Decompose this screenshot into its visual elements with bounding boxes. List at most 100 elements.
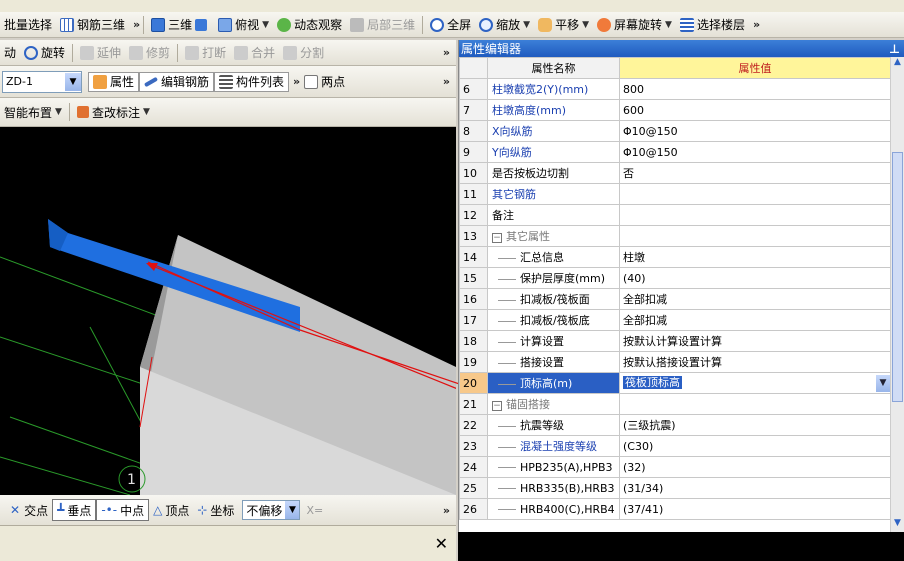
property-value[interactable] <box>619 183 891 205</box>
chevron-down-icon[interactable]: ▼ <box>582 20 589 30</box>
zoom-button[interactable]: 缩放 ▼ <box>475 15 534 35</box>
property-value[interactable]: Φ10@150 <box>619 141 891 163</box>
property-value[interactable]: 柱墩 <box>619 246 891 268</box>
property-row[interactable]: 16 扣减板/筏板面 全部扣减 <box>459 288 891 310</box>
perpendicular-snap[interactable]: ┻ 垂点 <box>52 499 97 521</box>
property-row[interactable]: 22 抗震等级 (三级抗震) <box>459 414 891 436</box>
rotate-button[interactable]: 旋转 <box>20 43 69 63</box>
edit-rebar-button[interactable]: 编辑钢筋 <box>139 71 215 92</box>
property-row[interactable]: 18 计算设置 按默认计算设置计算 <box>459 330 891 352</box>
intersection-snap[interactable]: ✕ 交点 <box>6 502 52 519</box>
dynamic-observe-button[interactable]: 动态观察 <box>273 15 346 35</box>
property-value[interactable]: 按默认搭接设置计算 <box>619 351 891 373</box>
pin-icon[interactable]: ⊥ <box>889 42 900 56</box>
more-icon[interactable]: » <box>293 75 300 88</box>
more-icon[interactable]: » <box>133 18 140 31</box>
property-row[interactable]: 9 Y向纵筋 Φ10@150 <box>459 141 891 163</box>
property-value[interactable]: 600 <box>619 99 891 121</box>
property-value[interactable] <box>619 204 891 226</box>
property-value[interactable] <box>619 393 891 415</box>
more-icon[interactable]: » <box>443 75 450 88</box>
close-icon[interactable]: ✕ <box>435 534 448 553</box>
property-value[interactable] <box>619 225 891 247</box>
top-view-button[interactable]: 俯视 ▼ <box>214 15 273 35</box>
select-floor-button[interactable]: 选择楼层 <box>676 15 749 35</box>
pan-button[interactable]: 平移 ▼ <box>534 15 593 35</box>
scroll-up-icon[interactable]: ▲ <box>891 57 904 71</box>
extend-button[interactable]: 延伸 <box>76 43 125 63</box>
property-value[interactable]: (三级抗震) <box>619 414 891 436</box>
hand-icon <box>538 17 553 32</box>
property-row[interactable]: 20 顶标高(m) 筏板顶标高 ▼ <box>459 372 891 394</box>
property-row[interactable]: 7 柱墩高度(mm) 600 <box>459 99 891 121</box>
property-row[interactable]: 21− 锚固搭接 <box>459 393 891 415</box>
rebar-3d-button[interactable]: 钢筋三维 <box>56 15 129 35</box>
local-3d-button[interactable]: 局部三维 <box>346 15 419 35</box>
property-value[interactable]: Φ10@150 <box>619 120 891 142</box>
property-value[interactable]: (31/34) <box>619 477 891 499</box>
batch-select-button[interactable]: 批量选择 <box>0 15 56 35</box>
property-value[interactable]: 否 <box>619 162 891 184</box>
break-button[interactable]: 打断 <box>181 43 230 63</box>
more-icon[interactable]: » <box>443 504 450 517</box>
dropdown-icon[interactable]: ▼ <box>876 375 890 392</box>
vertical-scrollbar[interactable]: ▲ ▼ <box>890 57 904 532</box>
property-row[interactable]: 19 搭接设置 按默认搭接设置计算 <box>459 351 891 373</box>
property-row[interactable]: 10 是否按板边切割 否 <box>459 162 891 184</box>
split-button[interactable]: 分割 <box>279 43 328 63</box>
property-value[interactable]: 全部扣减 <box>619 288 891 310</box>
property-row[interactable]: 25 HRB335(B),HRB3 (31/34) <box>459 477 891 499</box>
chevron-down-icon[interactable]: ▼ <box>55 107 62 117</box>
more-icon[interactable]: » <box>753 18 760 31</box>
merge-button[interactable]: 合并 <box>230 43 279 63</box>
property-row[interactable]: 24 HPB235(A),HPB3 (32) <box>459 456 891 478</box>
midpoint-snap[interactable]: -•- 中点 <box>96 499 150 521</box>
coordinate-snap[interactable]: ⊹ 坐标 <box>193 502 238 519</box>
offset-select[interactable]: 不偏移 ▼ <box>242 500 301 520</box>
property-row[interactable]: 13− 其它属性 <box>459 225 891 247</box>
property-value[interactable]: 按默认计算设置计算 <box>619 330 891 352</box>
chevron-down-icon[interactable]: ▼ <box>262 20 269 30</box>
property-row[interactable]: 26 HRB400(C),HRB4 (37/41) <box>459 498 891 520</box>
check-label-button[interactable]: 查改标注 ▼ <box>73 102 154 122</box>
property-row[interactable]: 14 汇总信息 柱墩 <box>459 246 891 268</box>
dropdown-icon[interactable]: ▼ <box>285 501 300 519</box>
view-3d-button[interactable]: 三维 <box>147 15 214 35</box>
property-value[interactable]: 筏板顶标高 ▼ <box>619 372 891 394</box>
fullscreen-button[interactable]: 全屏 <box>426 15 475 35</box>
component-select[interactable]: ZD-1 ▼ <box>2 70 82 93</box>
property-value[interactable]: (37/41) <box>619 498 891 520</box>
property-row[interactable]: 15 保护层厚度(mm) (40) <box>459 267 891 289</box>
more-icon[interactable]: » <box>443 46 450 59</box>
divider <box>143 15 145 34</box>
trim-button[interactable]: 修剪 <box>125 43 174 63</box>
property-row[interactable]: 8 X向纵筋 Φ10@150 <box>459 120 891 142</box>
property-value[interactable]: (C30) <box>619 435 891 457</box>
properties-button[interactable]: 属性 <box>88 71 140 92</box>
property-value[interactable]: (40) <box>619 267 891 289</box>
chevron-down-icon[interactable]: ▼ <box>143 107 150 117</box>
dropdown-icon[interactable] <box>195 18 208 31</box>
property-row[interactable]: 12 备注 <box>459 204 891 226</box>
drawing-canvas[interactable]: 1 <box>0 127 456 495</box>
collapse-icon[interactable]: − <box>492 401 502 411</box>
move-button[interactable]: 动 <box>0 43 20 63</box>
collapse-icon[interactable]: − <box>492 233 502 243</box>
two-points-button[interactable]: 两点 <box>300 72 349 92</box>
chevron-down-icon[interactable]: ▼ <box>523 20 530 30</box>
property-value[interactable]: (32) <box>619 456 891 478</box>
scroll-thumb[interactable] <box>892 152 903 402</box>
scroll-down-icon[interactable]: ▼ <box>891 518 904 532</box>
property-value[interactable]: 全部扣减 <box>619 309 891 331</box>
chevron-down-icon[interactable]: ▼ <box>665 20 672 30</box>
property-row[interactable]: 6 柱墩截宽2(Y)(mm) 800 <box>459 78 891 100</box>
property-row[interactable]: 17 扣减板/筏板底 全部扣减 <box>459 309 891 331</box>
vertex-snap[interactable]: △ 顶点 <box>149 502 193 519</box>
property-row[interactable]: 23 混凝土强度等级 (C30) <box>459 435 891 457</box>
dropdown-icon[interactable]: ▼ <box>65 72 81 91</box>
screen-rotate-button[interactable]: 屏幕旋转 ▼ <box>593 15 676 35</box>
smart-layout-button[interactable]: 智能布置 ▼ <box>0 102 66 122</box>
component-list-button[interactable]: 构件列表 <box>214 71 290 92</box>
property-row[interactable]: 11 其它钢筋 <box>459 183 891 205</box>
property-value[interactable]: 800 <box>619 78 891 100</box>
